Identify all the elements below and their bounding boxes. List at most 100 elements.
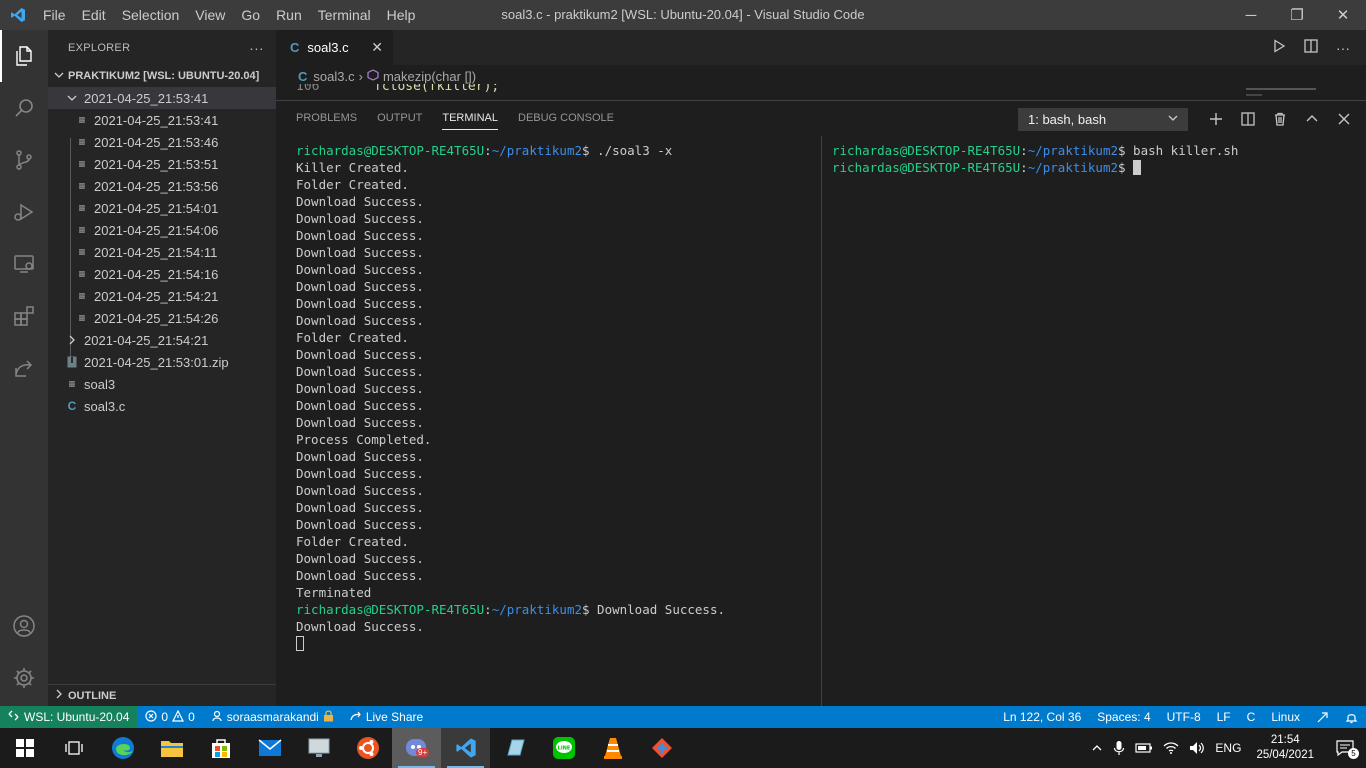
menu-edit[interactable]: Edit [74, 0, 114, 30]
list-item[interactable]: ≡ 2021-04-25_21:54:26 [48, 307, 276, 329]
breadcrumb-file[interactable]: soal3.c [313, 69, 354, 84]
trash-icon[interactable] [1264, 101, 1296, 136]
terminal-right[interactable]: richardas@DESKTOP-RE4T65U:~/praktikum2$ … [832, 142, 1352, 176]
indentation[interactable]: Spaces: 4 [1089, 706, 1158, 728]
live-share-user[interactable]: soraasmarakandi [203, 706, 342, 728]
folder-open[interactable]: 2021-04-25_21:53:41 [48, 87, 276, 109]
split-terminal-icon[interactable] [1232, 101, 1264, 136]
mail-icon[interactable] [245, 728, 294, 768]
git-tool-icon[interactable] [637, 728, 686, 768]
close-panel-icon[interactable] [1328, 101, 1360, 136]
menu-go[interactable]: Go [233, 0, 268, 30]
error-icon [145, 709, 158, 725]
terminal-select[interactable]: 1: bash, bash [1018, 108, 1188, 131]
folder-closed[interactable]: 2021-04-25_21:54:21 [48, 329, 276, 351]
menu-terminal[interactable]: Terminal [310, 0, 379, 30]
terminal-split-divider[interactable] [821, 136, 822, 706]
breadcrumb-symbol[interactable]: makezip(char []) [383, 69, 476, 84]
microphone-icon[interactable] [1108, 740, 1130, 756]
zip-file[interactable]: 2021-04-25_21:53:01.zip [48, 351, 276, 373]
menu-help[interactable]: Help [379, 0, 424, 30]
c-language-icon: C [290, 40, 300, 55]
windows-start-icon[interactable] [0, 728, 49, 768]
end-of-line[interactable]: LF [1209, 706, 1239, 728]
list-item[interactable]: ≡ 2021-04-25_21:53:51 [48, 153, 276, 175]
os-indicator[interactable]: Linux [1263, 706, 1308, 728]
notepad-icon[interactable] [490, 728, 539, 768]
vscode-logo-icon[interactable] [0, 0, 35, 30]
list-item[interactable]: ≡ 2021-04-25_21:54:11 [48, 241, 276, 263]
explorer-more-button[interactable]: ··· [249, 40, 264, 56]
panel-actions [1200, 101, 1360, 136]
live-share-icon[interactable] [0, 342, 48, 394]
vlc-player-icon[interactable] [588, 728, 637, 768]
explorer-icon[interactable] [0, 30, 48, 82]
chevron-down-icon [54, 70, 64, 83]
chevron-up-icon[interactable] [1296, 101, 1328, 136]
maximize-button[interactable]: ❐ [1274, 0, 1320, 30]
tab-soal3-c[interactable]: C soal3.c ✕ [276, 30, 393, 65]
menu-view[interactable]: View [187, 0, 233, 30]
file-explorer-icon[interactable] [147, 728, 196, 768]
chevron-up-icon[interactable] [1086, 742, 1108, 754]
list-item[interactable]: ≡ 2021-04-25_21:54:16 [48, 263, 276, 285]
list-item[interactable]: ≡ 2021-04-25_21:53:46 [48, 131, 276, 153]
remote-explorer-icon[interactable] [0, 238, 48, 290]
binary-file[interactable]: ≡ soal3 [48, 373, 276, 395]
ubuntu-icon[interactable] [343, 728, 392, 768]
battery-icon[interactable] [1130, 742, 1158, 754]
tab-debug-console[interactable]: DEBUG CONSOLE [508, 101, 624, 136]
run-debug-icon[interactable] [0, 186, 48, 238]
vscode-taskbar-icon[interactable] [441, 728, 490, 768]
task-view-icon[interactable] [49, 728, 98, 768]
c-file[interactable]: C soal3.c [48, 395, 276, 417]
terminal-output-line: Folder Created. [296, 534, 409, 549]
menu-selection[interactable]: Selection [114, 0, 188, 30]
settings-gear-icon[interactable] [0, 652, 48, 704]
tab-output[interactable]: OUTPUT [367, 101, 432, 136]
wifi-icon[interactable] [1158, 741, 1184, 755]
code-text[interactable]: fclose(fkiller); [374, 84, 499, 94]
close-window-button[interactable]: ✕ [1320, 0, 1366, 30]
new-terminal-icon[interactable] [1200, 101, 1232, 136]
menu-file[interactable]: File [35, 0, 74, 30]
outline-section[interactable]: OUTLINE [48, 684, 276, 706]
edge-browser-icon[interactable] [98, 728, 147, 768]
split-editor-icon[interactable] [1304, 39, 1318, 56]
notifications-bell-icon[interactable] [1337, 706, 1366, 728]
encoding[interactable]: UTF-8 [1159, 706, 1209, 728]
list-item[interactable]: ≡ 2021-04-25_21:53:56 [48, 175, 276, 197]
input-language[interactable]: ENG [1210, 741, 1246, 755]
close-icon[interactable]: ✕ [371, 39, 383, 56]
list-item[interactable]: ≡ 2021-04-25_21:54:21 [48, 285, 276, 307]
list-item[interactable]: ≡ 2021-04-25_21:54:01 [48, 197, 276, 219]
list-item[interactable]: ≡ 2021-04-25_21:54:06 [48, 219, 276, 241]
menu-run[interactable]: Run [268, 0, 310, 30]
live-share-button[interactable]: Live Share [342, 706, 431, 728]
extensions-icon[interactable] [0, 290, 48, 342]
cursor-position[interactable]: Ln 122, Col 36 [995, 706, 1089, 728]
terminal-left[interactable]: richardas@DESKTOP-RE4T65U:~/praktikum2$ … [296, 142, 816, 652]
feedback-icon[interactable] [1308, 706, 1337, 728]
problems-indicator[interactable]: 0 0 [137, 706, 202, 728]
discord-icon[interactable]: 9+ [392, 728, 441, 768]
workspace-root[interactable]: PRAKTIKUM2 [WSL: UBUNTU-20.04] [48, 65, 276, 87]
search-icon[interactable] [0, 82, 48, 134]
minimap[interactable] [1240, 84, 1350, 100]
microsoft-store-icon[interactable] [196, 728, 245, 768]
run-icon[interactable] [1272, 39, 1286, 56]
language-mode[interactable]: C [1239, 706, 1264, 728]
tab-terminal[interactable]: TERMINAL [432, 101, 508, 136]
more-actions-icon[interactable]: ··· [1336, 40, 1350, 56]
tab-problems[interactable]: PROBLEMS [286, 101, 367, 136]
minimize-button[interactable]: ─ [1228, 0, 1274, 30]
volume-icon[interactable] [1184, 741, 1210, 755]
line-messenger-icon[interactable]: LINE [539, 728, 588, 768]
accounts-icon[interactable] [0, 600, 48, 652]
list-item[interactable]: ≡ 2021-04-25_21:53:41 [48, 109, 276, 131]
remote-desktop-icon[interactable] [294, 728, 343, 768]
remote-indicator[interactable]: WSL: Ubuntu-20.04 [0, 706, 138, 728]
action-center-icon[interactable]: 5 [1324, 740, 1366, 759]
clock[interactable]: 21:54 25/04/2021 [1246, 733, 1324, 763]
source-control-icon[interactable] [0, 134, 48, 186]
